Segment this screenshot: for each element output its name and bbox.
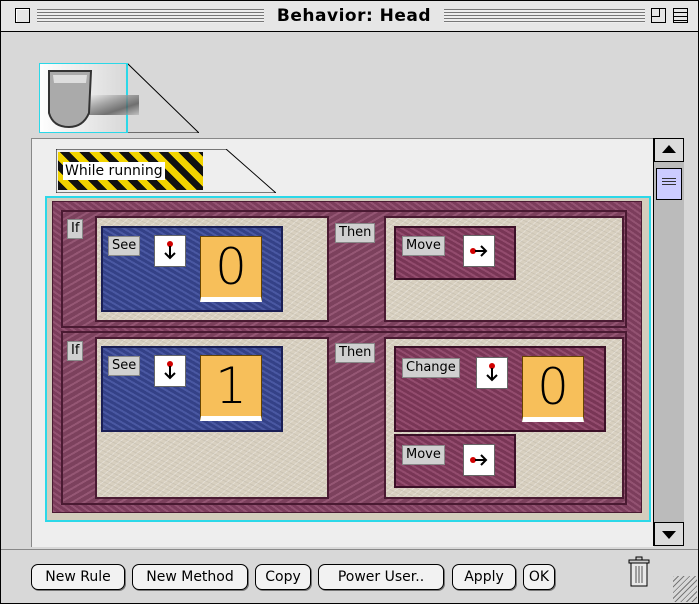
copy-button[interactable]: Copy [255,564,311,590]
rule-2-see-label: See [108,356,141,376]
arrow-down-scroll-icon [662,531,676,539]
ok-button[interactable]: OK [523,564,555,590]
window-title: Behavior: Head [264,6,444,26]
arrow-up-icon [662,145,676,153]
resize-grip[interactable] [673,576,697,602]
title-bar[interactable]: Behavior: Head [1,1,698,32]
arrow-down-icon [486,363,498,382]
arrow-down-icon [164,241,176,260]
power-user-button[interactable]: Power User.. [318,564,444,590]
scroll-down-button[interactable] [654,522,684,546]
rule-2-change-value[interactable]: 0 [522,356,584,422]
scroll-thumb[interactable] [656,168,682,200]
rule-2-if-label: If [67,341,84,361]
rule-2-move-direction[interactable] [463,444,495,476]
rule-1-see-label: See [108,236,141,256]
rule-2-change-direction[interactable] [476,357,508,389]
rule-1-see-direction[interactable] [154,235,186,267]
vertical-scrollbar[interactable] [653,138,684,546]
arrow-down-icon [164,361,176,380]
close-box[interactable] [15,8,30,23]
new-method-button[interactable]: New Method [132,564,248,590]
rule-2-change-label: Change [402,358,460,378]
trash-icon[interactable] [627,556,651,588]
arrow-right-icon [470,245,488,257]
rule-2-see-direction[interactable] [154,355,186,387]
while-running-label[interactable]: While running [58,152,203,190]
new-rule-button[interactable]: New Rule [31,564,125,590]
rule-1-move-label: Move [402,236,445,256]
rule-2-move-label: Move [402,445,445,465]
scroll-up-button[interactable] [654,138,684,162]
rule-1-see-value[interactable]: 0 [200,236,262,302]
apply-button[interactable]: Apply [452,564,516,590]
rule-2-then-label: Then [335,343,376,363]
collapse-box[interactable] [673,8,688,23]
zoom-box[interactable] [651,8,666,23]
behavior-window: Behavior: Head While running If See 0 Th… [0,0,699,604]
rule-1-then-label: Then [335,223,376,243]
agent-tab[interactable] [39,63,199,133]
rule-1-move-direction[interactable] [463,235,495,267]
arrow-right-icon [470,454,488,466]
rule-2-see-value[interactable]: 1 [200,355,262,421]
rule-1-if-label: If [67,219,84,239]
while-running-text: While running [63,162,165,180]
